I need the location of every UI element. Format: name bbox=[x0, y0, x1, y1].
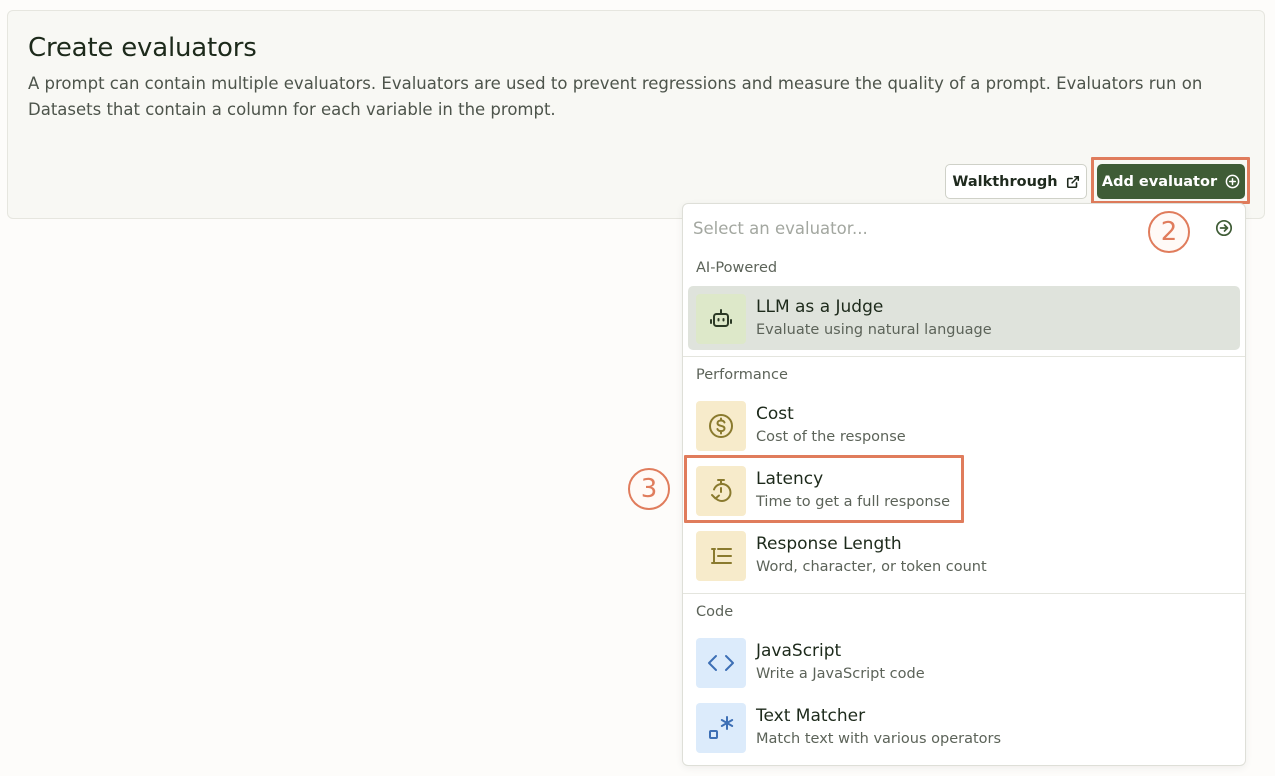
evaluator-item-javascript[interactable]: JavaScript Write a JavaScript code bbox=[688, 630, 1240, 694]
add-evaluator-highlight bbox=[1091, 157, 1250, 204]
section-divider bbox=[683, 593, 1245, 594]
robot-icon bbox=[696, 294, 746, 344]
text-matcher-icon bbox=[696, 703, 746, 753]
dollar-icon bbox=[696, 401, 746, 451]
evaluator-item-text-matcher[interactable]: Text Matcher Match text with various ope… bbox=[688, 695, 1240, 759]
evaluator-title: Cost bbox=[756, 404, 794, 424]
evaluator-subtitle: Cost of the response bbox=[756, 429, 906, 445]
evaluator-title: LLM as a Judge bbox=[756, 297, 884, 317]
arrow-right-circle-icon[interactable] bbox=[1215, 219, 1233, 237]
evaluator-subtitle: Match text with various operators bbox=[756, 731, 1002, 747]
section-divider bbox=[683, 356, 1245, 357]
step-3-badge: 3 bbox=[628, 468, 670, 510]
create-evaluators-card: Create evaluators A prompt can contain m… bbox=[7, 10, 1265, 219]
walkthrough-label: Walkthrough bbox=[952, 173, 1058, 190]
evaluator-item-cost[interactable]: Cost Cost of the response bbox=[688, 393, 1240, 457]
code-icon bbox=[696, 638, 746, 688]
latency-highlight bbox=[684, 455, 964, 523]
evaluator-subtitle: Evaluate using natural language bbox=[756, 322, 992, 338]
evaluator-title: JavaScript bbox=[756, 641, 842, 661]
step-2-badge: 2 bbox=[1148, 211, 1190, 253]
page-description: A prompt can contain multiple evaluators… bbox=[28, 74, 1203, 119]
evaluator-title: Text Matcher bbox=[756, 706, 866, 726]
evaluator-title: Response Length bbox=[756, 534, 902, 554]
section-label-code: Code bbox=[696, 604, 734, 620]
evaluator-search-input[interactable] bbox=[693, 217, 1113, 239]
section-label-ai-powered: AI-Powered bbox=[696, 260, 778, 276]
evaluator-subtitle: Word, character, or token count bbox=[756, 559, 987, 575]
section-label-performance: Performance bbox=[696, 367, 788, 383]
evaluator-item-response-length[interactable]: Response Length Word, character, or toke… bbox=[688, 523, 1240, 587]
walkthrough-button[interactable]: Walkthrough bbox=[945, 164, 1087, 199]
evaluator-item-llm-judge[interactable]: LLM as a Judge Evaluate using natural la… bbox=[688, 286, 1240, 350]
page-title: Create evaluators bbox=[28, 33, 257, 63]
evaluator-subtitle: Write a JavaScript code bbox=[756, 666, 925, 682]
text-length-icon bbox=[696, 531, 746, 581]
external-link-icon bbox=[1066, 175, 1079, 188]
